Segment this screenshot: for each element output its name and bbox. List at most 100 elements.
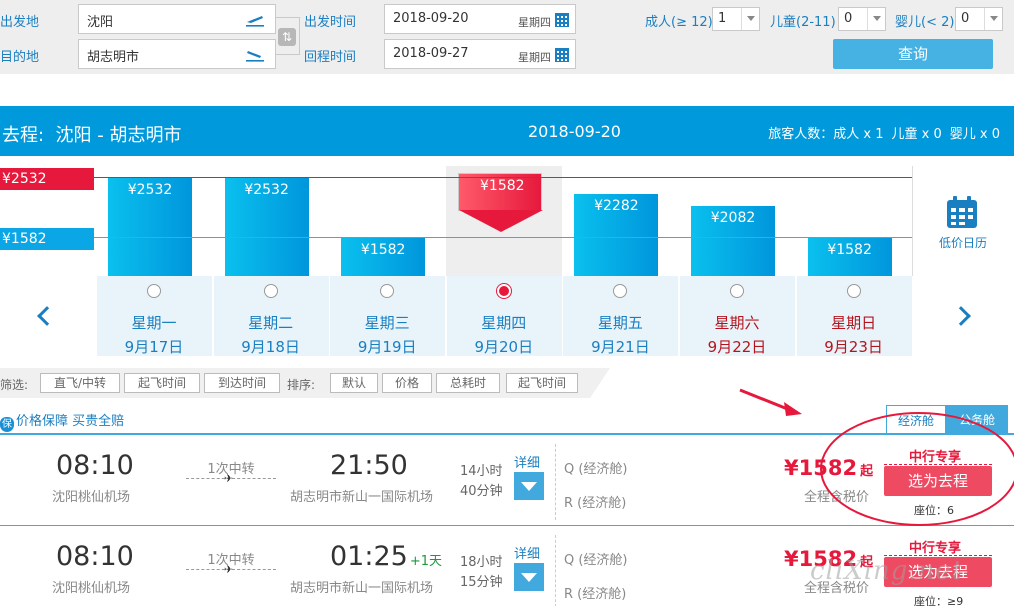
price-bar[interactable]: ¥2532 (108, 178, 192, 276)
depart-time: 08:10 (56, 450, 134, 481)
price-day-column[interactable]: ¥1582 星期三 9月19日 (329, 166, 446, 356)
price-day-column[interactable]: ¥2532 星期一 9月17日 (96, 166, 212, 356)
sort-default-button[interactable]: 默认 (330, 373, 378, 393)
filter-arrive-time-button[interactable]: 到达时间 (204, 373, 280, 393)
price-guarantee[interactable]: 保价格保障 买贵全赔 (0, 410, 124, 432)
bank-exclusive-label: 中行专享 (909, 541, 962, 556)
arrive-time-value: 21:50 (330, 450, 408, 481)
weekday-label: 星期四 (481, 314, 527, 332)
tax-note: 全程含税价 (804, 490, 870, 505)
price-day-column[interactable]: ¥1582 星期四 9月20日 (445, 166, 562, 356)
query-button[interactable]: 查询 (833, 39, 993, 69)
day-radio[interactable] (730, 284, 744, 298)
from-label: 出发地 (0, 15, 40, 30)
day-radio[interactable] (263, 284, 278, 298)
cabin-class: Q (经济舱) (564, 462, 628, 477)
expand-detail-button[interactable] (514, 563, 544, 591)
detail-link[interactable]: 详细 (514, 452, 540, 471)
child-count-select[interactable]: 0 (838, 7, 886, 31)
day-radio[interactable] (147, 284, 161, 298)
depart-airport: 沈阳桃仙机场 (52, 490, 131, 505)
price-day-column[interactable]: ¥1582 星期日 9月23日 (795, 166, 912, 356)
from-city-input[interactable]: 沈阳 (78, 4, 276, 34)
price-bar[interactable]: ¥2532 (224, 178, 309, 276)
price-bar[interactable]: ¥2282 (574, 193, 659, 276)
weekday-label: 星期五 (597, 314, 643, 332)
date-label: 9月18日 (241, 338, 300, 356)
sort-duration-button[interactable]: 总耗时 (436, 373, 500, 393)
plane-icon: ✈ (224, 472, 234, 485)
pax-adult: 成人 x 1 (833, 127, 884, 142)
prev-week-button[interactable] (0, 276, 94, 356)
min-price-tag: ¥1582 (0, 228, 94, 250)
return-date-value: 2018-09-27 (393, 46, 469, 61)
tab-economy[interactable]: 经济舱 (886, 405, 946, 435)
chevron-down-icon (867, 8, 885, 30)
adult-count-select[interactable]: 1 (712, 7, 760, 31)
duration-hours: 18小时 (460, 555, 503, 570)
infant-count-select[interactable]: 0 (955, 7, 1003, 31)
weekday-label: 星期三 (364, 314, 410, 332)
sort-price-button[interactable]: 价格 (382, 373, 432, 393)
calendar-icon[interactable] (555, 13, 569, 27)
infant-count-value: 0 (961, 11, 970, 26)
duration-minutes: 40分钟 (460, 484, 503, 499)
to-city-input[interactable]: 胡志明市 (78, 39, 276, 69)
filter-depart-time-button[interactable]: 起飞时间 (124, 373, 200, 393)
seats-left: 座位：≥9 (914, 595, 964, 606)
seats-left: 座位：6 (914, 504, 954, 517)
return-weekday: 星期四 (518, 51, 551, 64)
price-suffix: 起 (860, 464, 874, 479)
sort-label: 排序: (287, 378, 316, 392)
price-day-column[interactable]: ¥2282 星期五 9月21日 (562, 166, 679, 356)
weekday-label: 星期六 (714, 314, 760, 332)
chevron-down-icon (984, 8, 1002, 30)
filter-direct-transfer-button[interactable]: 直飞/中转 (40, 373, 120, 393)
price-value: ¥1582 (784, 456, 858, 480)
chevron-right-icon (951, 306, 971, 326)
adult-label: 成人(≥ 12) (645, 15, 713, 30)
calendar-icon[interactable] (555, 48, 569, 62)
price-bar[interactable]: ¥1582 (341, 238, 426, 276)
low-price-calendar-button[interactable]: 低价日历 (912, 166, 1014, 276)
route-name: 沈阳 - 胡志明市 (55, 125, 182, 146)
route-banner: 去程: 沈阳 - 胡志明市 2018-09-20 旅客人数：成人 x 1 儿童 x… (0, 106, 1014, 156)
low-price-calendar-label: 低价日历 (938, 236, 987, 250)
next-week-button[interactable] (912, 276, 1014, 356)
expand-detail-button[interactable] (514, 472, 544, 500)
price-day-column[interactable]: ¥2532 星期二 9月18日 (212, 166, 329, 356)
passenger-summary: 旅客人数：成人 x 1 儿童 x 0 婴儿 x 0 (768, 123, 1000, 142)
day-radio[interactable] (496, 284, 511, 298)
price-day-column[interactable]: ¥2082 星期六 9月22日 (679, 166, 795, 356)
arrive-airport: 胡志明市新山一国际机场 (290, 490, 434, 505)
swap-cities-icon[interactable]: ⇅ (278, 28, 296, 46)
weekday-label: 星期一 (131, 314, 177, 332)
date-label: 9月17日 (124, 338, 184, 356)
from-city-value: 沈阳 (87, 15, 114, 30)
duration-hours: 14小时 (460, 464, 503, 479)
takeoff-icon (246, 16, 264, 27)
price-bar[interactable]: ¥1582 (807, 238, 892, 276)
depart-time: 08:10 (56, 541, 134, 572)
price-bar[interactable]: ¥1582 (457, 173, 543, 232)
depart-weekday: 星期四 (518, 16, 551, 29)
return-date-input[interactable]: 2018-09-27 星期四 (384, 39, 576, 69)
lowest-price: ¥1582 起 (784, 456, 873, 480)
arrive-time-value: 01:25 (330, 541, 408, 572)
child-count-value: 0 (844, 11, 853, 26)
tab-business[interactable]: 公务舱 (946, 405, 1008, 435)
price-bar[interactable]: ¥2082 (691, 206, 775, 276)
to-city-value: 胡志明市 (87, 50, 140, 65)
arrive-time: 21:50 (330, 450, 410, 481)
day-radio[interactable] (846, 284, 861, 298)
cabin-class: R (经济舱) (564, 587, 627, 602)
date-label: 9月20日 (474, 338, 534, 356)
sort-depart-time-button[interactable]: 起飞时间 (506, 373, 578, 393)
cabin-class: Q (经济舱) (564, 553, 628, 568)
arrive-time: 01:25 +1天 (330, 541, 442, 572)
select-outbound-button[interactable]: 选为去程 (884, 466, 992, 496)
depart-date-input[interactable]: 2018-09-20 星期四 (384, 4, 576, 34)
chevron-down-icon (741, 8, 759, 30)
direction-label: 去程: (2, 125, 45, 146)
detail-link[interactable]: 详细 (514, 543, 540, 562)
